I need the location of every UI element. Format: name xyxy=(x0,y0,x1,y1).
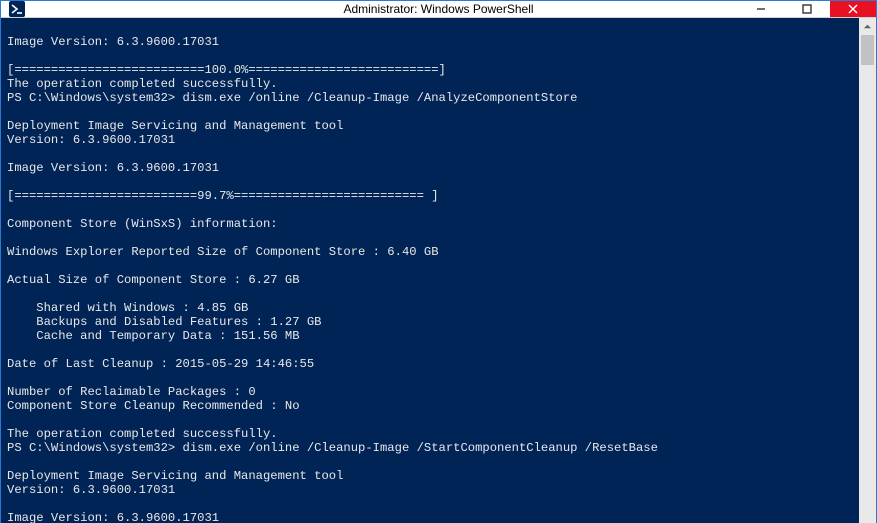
console-line: Deployment Image Servicing and Managemen… xyxy=(7,119,853,133)
console-line: Image Version: 6.3.9600.17031 xyxy=(7,161,853,175)
window-controls xyxy=(738,1,876,17)
console-line: Component Store Cleanup Recommended : No xyxy=(7,399,853,413)
console-line: PS C:\Windows\system32> dism.exe /online… xyxy=(7,441,853,455)
powershell-icon xyxy=(9,1,25,17)
client-area: Image Version: 6.3.9600.17031 [=========… xyxy=(1,18,876,523)
close-button[interactable] xyxy=(830,1,876,17)
console-line xyxy=(7,175,853,189)
scroll-up-button[interactable] xyxy=(859,18,876,35)
console-line: Number of Reclaimable Packages : 0 xyxy=(7,385,853,399)
console-line: Windows Explorer Reported Size of Compon… xyxy=(7,245,853,259)
console-line: Version: 6.3.9600.17031 xyxy=(7,133,853,147)
scrollbar-track[interactable] xyxy=(859,35,876,523)
console-line xyxy=(7,203,853,217)
console-line xyxy=(7,455,853,469)
console-line xyxy=(7,231,853,245)
minimize-button[interactable] xyxy=(738,1,784,17)
console-line xyxy=(7,259,853,273)
titlebar[interactable]: Administrator: Windows PowerShell xyxy=(1,1,876,18)
console-line xyxy=(7,21,853,35)
console-line xyxy=(7,147,853,161)
vertical-scrollbar[interactable] xyxy=(859,18,876,523)
console-line: Date of Last Cleanup : 2015-05-29 14:46:… xyxy=(7,357,853,371)
console-line xyxy=(7,343,853,357)
console-line xyxy=(7,497,853,511)
console-line xyxy=(7,371,853,385)
console-line: Deployment Image Servicing and Managemen… xyxy=(7,469,853,483)
console-line xyxy=(7,49,853,63)
console-line: Cache and Temporary Data : 151.56 MB xyxy=(7,329,853,343)
console-line: Actual Size of Component Store : 6.27 GB xyxy=(7,273,853,287)
console-line: PS C:\Windows\system32> dism.exe /online… xyxy=(7,91,853,105)
console-line xyxy=(7,105,853,119)
console-line: [==========================100.0%=======… xyxy=(7,63,853,77)
console-line xyxy=(7,413,853,427)
console-line: [=========================99.7%=========… xyxy=(7,189,853,203)
powershell-window: Administrator: Windows PowerShell Image … xyxy=(0,0,877,523)
console-line: Image Version: 6.3.9600.17031 xyxy=(7,35,853,49)
console-line xyxy=(7,287,853,301)
scrollbar-thumb[interactable] xyxy=(861,35,874,65)
console-line: Image Version: 6.3.9600.17031 xyxy=(7,511,853,523)
console-line: The operation completed successfully. xyxy=(7,77,853,91)
console-output[interactable]: Image Version: 6.3.9600.17031 [=========… xyxy=(1,18,859,523)
console-line: Backups and Disabled Features : 1.27 GB xyxy=(7,315,853,329)
maximize-button[interactable] xyxy=(784,1,830,17)
console-line: Version: 6.3.9600.17031 xyxy=(7,483,853,497)
console-line: Component Store (WinSxS) information: xyxy=(7,217,853,231)
console-line: Shared with Windows : 4.85 GB xyxy=(7,301,853,315)
console-line: The operation completed successfully. xyxy=(7,427,853,441)
